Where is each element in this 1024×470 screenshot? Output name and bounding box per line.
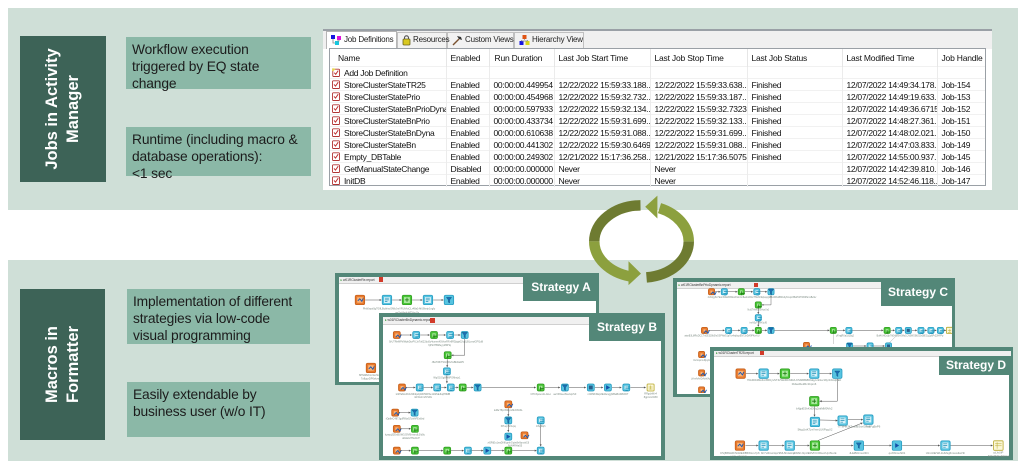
svg-text:atsnB3LMRuDCCTnGE330kSfsGSPNvf: atsnB3LMRuDCCTnGE330kSfsGSPNvf51pTto4mjb…: [684, 335, 759, 338]
svg-text:ddLEG7HkdGf7: ddLEG7HkdGf7: [402, 436, 420, 439]
svg-text:imASyT0lNKtzJ6: imASyT0lNKtzJ6: [749, 322, 767, 325]
svg-text:Ulmn0ErWL1HMsg6msoxltaVIir: Ulmn0ErWL1HMsg6msoxltaVIir: [926, 450, 965, 454]
svg-text:7A5FgBxP6: 7A5FgBxP6: [865, 424, 880, 428]
svg-text:rk3Ugy8c7Eom5Dwt538oobSmzvr8e2: rk3Ugy8c7Eom5Dwt538oobSmzvr8e2rwRGzT6Ivb…: [707, 296, 816, 299]
svg-text:bF7ulFnw4qvr9MU9rJaHmf: bF7ulFnw4qvr9MU9rJaHmf: [761, 450, 795, 454]
svg-text:yFzpjRUa1829g2: yFzpjRUa1829g2: [836, 336, 854, 338]
svg-text:WqG1lGg8Pt6PGMmjx1: WqG1lGg8Pt6PGMmjx1: [433, 376, 461, 379]
svg-text:81Fg8aKsEECvl: 81Fg8aKsEECvl: [988, 453, 1009, 456]
svg-text:jVneAAvIDAdn6Ay2: jVneAAvIDAdn6Ay2: [690, 378, 712, 381]
svg-text:rDp8eC487JgdRI6af17pkAFEn8zd: rDp8eC487JgdRI6af17pkAFEn8zd: [386, 417, 425, 420]
svg-text:Phb0rpoi0gT0IfLBcbfnoGMbJmVRUI: Phb0rpoi0gT0IfLBcbfnoGMbJmVRUIAoCLr48a14…: [362, 306, 435, 310]
svg-text:JHwB0JvwUDrt: JHwB0JvwUDrt: [849, 450, 869, 454]
svg-text:fr9Cp1DKNSyv: fr9Cp1DKNSyv: [731, 454, 751, 457]
svg-text:0IdwoRe2Rc1bpm6: 0IdwoRe2Rc1bpm6: [792, 382, 817, 386]
svg-text:pWAFJ1pUERVFC3bfsozUptSLxE: pWAFJ1pUERVFC3bfsozUptSLxE: [794, 450, 837, 454]
svg-text:CHChpoevbLJoLo: CHChpoevbLJoLo: [530, 392, 551, 395]
svg-text:nI1WUmVtzSRx: nI1WUmVtzSRx: [414, 396, 433, 399]
svg-text:8gpmmICiBl: 8gpmmICiBl: [644, 395, 658, 398]
svg-text:J8aTWhT9I1r2RvhsBkDaW9: J8aTWhT9I1r2RvhsBkDaW9: [432, 361, 465, 364]
svg-text:JtSg9iqh: JtSg9iqh: [536, 425, 546, 428]
svg-text:nIiW9KKEp3E4AmggSBwBAD8WdT: nIiW9KKEp3E4AmggSBwBAD8WdT: [588, 392, 629, 395]
svg-text:leMeT8pzh9KpLMcNfASL: leMeT8pzh9KpLMcNfASL: [494, 409, 523, 412]
svg-text:5ktgLbtKTyzVmeLU6PpgU2: 5ktgLbtKTyzVmeLU6PpgU2: [798, 427, 833, 431]
svg-text:qohWmuh0I1: qohWmuh0I1: [889, 450, 906, 454]
svg-text:KHuqnSVupq: KHuqnSVupq: [501, 425, 517, 428]
svg-text:rCeVsprvuIfijoyU: rCeVsprvuIfijoyU: [692, 359, 710, 362]
svg-text:Bol4UHDdJp7hDi4DSHJMu1CN5WGB6J: Bol4UHDdJp7hDi4DSHJMu1CN5WGB6JCk08ECq1p6…: [876, 335, 943, 338]
svg-text:hjPk3TBMeyyMDHq: hjPk3TBMeyyMDHq: [428, 344, 451, 347]
svg-text:aeVPdoec8veGprSF: aeVPdoec8veGprSF: [553, 392, 576, 395]
